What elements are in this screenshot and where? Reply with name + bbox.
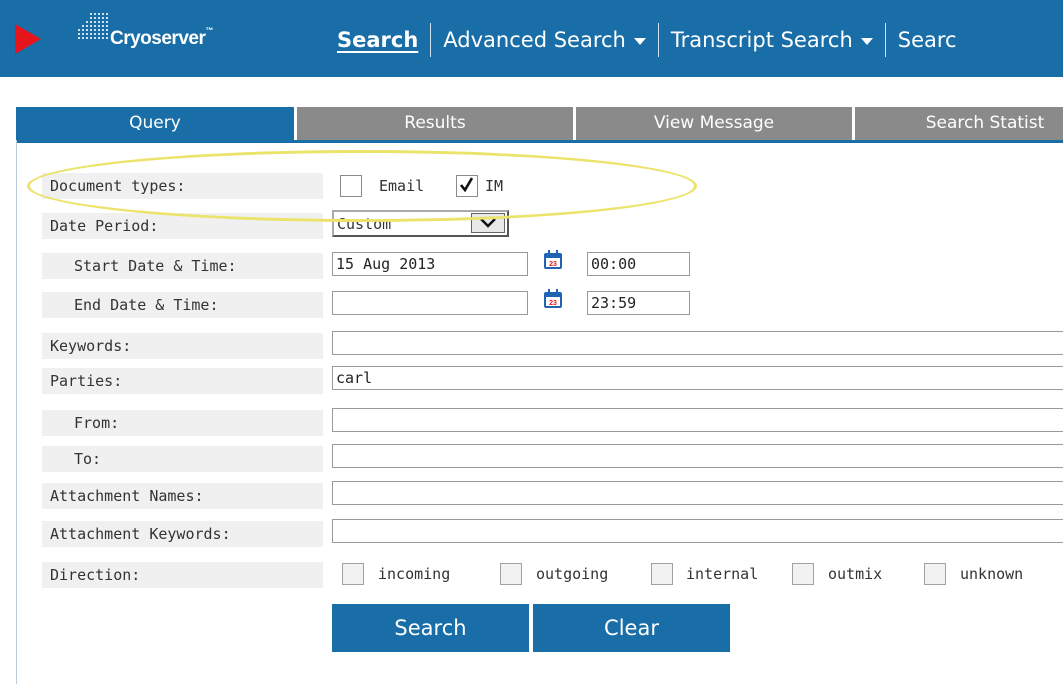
nav-advanced-search-label: Advanced Search [443, 28, 626, 52]
calendar-icon[interactable]: 23 [542, 288, 564, 310]
nav-search[interactable]: Search [337, 28, 430, 52]
tab-query-label: Query [129, 113, 181, 133]
end-date-label: End Date & Time: [42, 292, 323, 318]
top-navigation-bar: Cryoserver™ Search Advanced Search Trans… [0, 0, 1063, 77]
direction-incoming-checkbox[interactable] [342, 563, 364, 585]
to-input[interactable] [332, 444, 1063, 468]
end-time-input[interactable]: 23:59 [587, 291, 690, 315]
attachment-names-input[interactable] [332, 481, 1063, 505]
start-date-label: Start Date & Time: [42, 253, 323, 279]
nav-search-more[interactable]: Searc [886, 28, 969, 52]
search-button[interactable]: Search [332, 604, 529, 652]
nav-transcript-search-label: Transcript Search [670, 28, 853, 52]
red-arrow-icon[interactable] [15, 24, 41, 54]
parties-input[interactable]: carl [332, 366, 1063, 390]
start-time-input[interactable]: 00:00 [587, 252, 690, 276]
app-name: Cryoserver [110, 28, 206, 49]
attachment-keywords-label: Attachment Keywords: [42, 521, 323, 547]
direction-label: Direction: [42, 562, 323, 588]
nav-search-more-label: Searc [897, 28, 957, 52]
search-tabs: Query Results View Message Search Statis… [16, 107, 1063, 140]
keywords-label: Keywords: [42, 333, 323, 359]
from-input[interactable] [332, 408, 1063, 432]
highlight-ellipse [27, 150, 697, 222]
nav-transcript-search[interactable]: Transcript Search [659, 28, 885, 52]
attachment-keywords-input[interactable] [332, 519, 1063, 543]
tab-search-statistics[interactable]: Search Statist [855, 107, 1063, 140]
calendar-day-number: 23 [549, 261, 557, 268]
tab-query[interactable]: Query [16, 107, 294, 140]
direction-incoming-label: incoming [378, 565, 451, 583]
direction-outmix-label: outmix [828, 565, 883, 583]
panel-left-border [16, 140, 17, 684]
tab-view-message-label: View Message [653, 113, 775, 133]
caret-down-icon [633, 37, 646, 45]
tab-results[interactable]: Results [297, 107, 573, 140]
clear-button[interactable]: Clear [533, 604, 730, 652]
tab-results-label: Results [404, 113, 466, 133]
nav-advanced-search[interactable]: Advanced Search [431, 28, 658, 52]
tab-search-statistics-label: Search Statist [925, 113, 1045, 133]
to-label: To: [42, 446, 323, 472]
keywords-input[interactable] [332, 331, 1063, 355]
app-logo-text: Cryoserver™ [110, 26, 213, 50]
from-label: From: [42, 410, 323, 436]
direction-internal-checkbox[interactable] [651, 563, 673, 585]
main-nav: Search Advanced Search Transcript Search… [337, 23, 969, 57]
tab-view-message[interactable]: View Message [576, 107, 852, 140]
caret-down-icon [860, 37, 873, 45]
nav-search-label: Search [337, 28, 419, 52]
direction-unknown-checkbox[interactable] [924, 563, 946, 585]
attachment-names-label: Attachment Names: [42, 483, 323, 509]
trademark-sign: ™ [205, 26, 213, 35]
start-date-input[interactable]: 15 Aug 2013 [332, 252, 528, 276]
direction-outgoing-checkbox[interactable] [500, 563, 522, 585]
calendar-day-number: 23 [549, 300, 557, 307]
tabs-underline [16, 140, 1063, 143]
direction-outmix-checkbox[interactable] [792, 563, 814, 585]
direction-internal-label: internal [686, 565, 759, 583]
direction-outgoing-label: outgoing [536, 565, 609, 583]
calendar-icon[interactable]: 23 [542, 249, 564, 271]
direction-unknown-label: unknown [960, 565, 1024, 583]
parties-label: Parties: [42, 368, 323, 394]
end-date-input[interactable] [332, 291, 528, 315]
